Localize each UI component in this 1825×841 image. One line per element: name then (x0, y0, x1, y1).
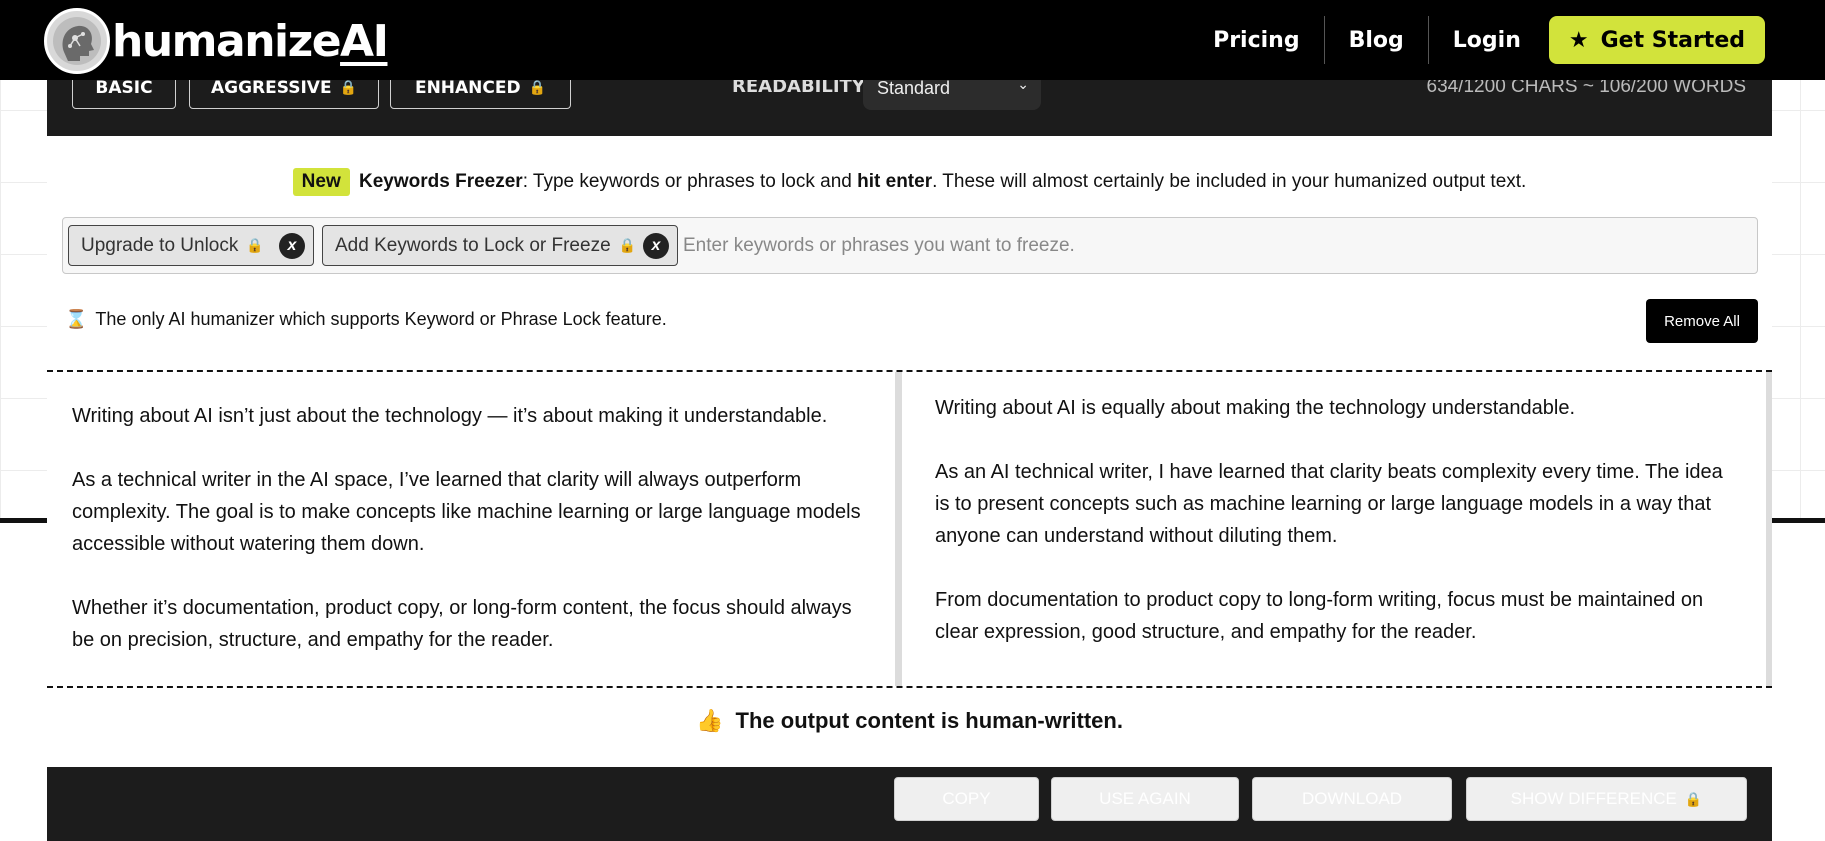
keyword-chip[interactable]: Add Keywords to Lock or Freeze 🔒 x (322, 225, 678, 266)
logo-text: humanizeAI (112, 15, 389, 67)
freezer-title: Keywords Freezer (359, 171, 523, 192)
logo[interactable]: humanizeAI (44, 8, 389, 74)
readability-value: Standard (877, 77, 951, 98)
show-difference-button[interactable]: SHOW DIFFERENCE 🔒 (1466, 777, 1747, 821)
remove-chip-icon[interactable]: x (643, 233, 669, 259)
input-paragraph: Writing about AI isn’t just about the te… (72, 405, 828, 427)
brain-head-icon (44, 8, 110, 74)
show-difference-label: SHOW DIFFERENCE (1510, 789, 1677, 808)
input-text-area[interactable]: Writing about AI isn’t just about the te… (47, 372, 902, 686)
remove-all-button[interactable]: Remove All (1646, 299, 1758, 343)
mode-enhanced-label: ENHANCED (414, 77, 521, 98)
keyword-input[interactable] (683, 226, 1743, 266)
use-again-button[interactable]: USE AGAIN (1051, 777, 1239, 821)
text-comparison: Writing about AI isn’t just about the te… (47, 370, 1772, 688)
output-paragraph: Writing about AI is equally about making… (935, 397, 1576, 419)
download-button[interactable]: DOWNLOAD (1252, 777, 1452, 821)
chip-label: Add Keywords to Lock or Freeze (335, 234, 611, 256)
remove-chip-icon[interactable]: x (279, 233, 305, 259)
lock-icon: 🔒 (339, 79, 358, 96)
result-status: 👍 The output content is human-written. (47, 708, 1772, 734)
freezer-bold: hit enter (857, 171, 933, 192)
output-paragraph: From documentation to product copy to lo… (935, 589, 1704, 643)
input-paragraph: Whether it’s documentation, product copy… (72, 597, 852, 651)
lock-icon: 🔒 (1684, 790, 1703, 807)
star-icon: ★ (1568, 27, 1589, 53)
freezer-text-1: : Type keywords or phrases to lock and (522, 171, 858, 192)
result-text: The output content is human-written. (735, 708, 1123, 733)
new-badge: New (292, 168, 350, 196)
mode-basic-label: BASIC (95, 77, 153, 98)
keyword-lock-note: ⌛ The only AI humanizer which supports K… (65, 309, 667, 330)
trophy-icon: ⌛ (65, 309, 88, 329)
nav-pricing[interactable]: Pricing (1189, 16, 1325, 64)
action-bar: COPY USE AGAIN DOWNLOAD SHOW DIFFERENCE … (47, 767, 1772, 841)
mode-aggressive-label: AGGRESSIVE (210, 77, 332, 98)
freezer-text-2: . These will almost certainly be include… (932, 171, 1527, 192)
use-again-label: USE AGAIN (1099, 789, 1191, 808)
copy-label: COPY (942, 789, 991, 808)
nav-login[interactable]: Login (1429, 16, 1545, 64)
chip-label: Upgrade to Unlock (81, 234, 239, 256)
output-paragraph: As an AI technical writer, I have learne… (935, 461, 1723, 547)
lock-icon: 🔒 (528, 79, 547, 96)
keyword-input-box: Upgrade to Unlock 🔒 x Add Keywords to Lo… (62, 217, 1758, 274)
nav-links: Pricing Blog Login ★ Get Started (1189, 15, 1765, 65)
keyword-lock-note-text: The only AI humanizer which supports Key… (95, 309, 667, 329)
logo-word: humanize (112, 15, 342, 67)
lock-icon: 🔒 (618, 237, 637, 253)
keyword-chip[interactable]: Upgrade to Unlock 🔒 x (68, 225, 314, 266)
get-started-label: Get Started (1600, 27, 1745, 53)
lock-icon: 🔒 (246, 237, 264, 253)
download-label: DOWNLOAD (1301, 789, 1403, 808)
humanizer-card: BASIC AGGRESSIVE 🔒 ENHANCED 🔒 READABILIT… (47, 60, 1772, 841)
get-started-button[interactable]: ★ Get Started (1548, 16, 1765, 64)
thumbs-up-icon: 👍 (696, 708, 724, 733)
keywords-freezer-note: New Keywords Freezer: Type keywords or p… (47, 168, 1772, 196)
top-navbar: humanizeAI Pricing Blog Login ★ Get Star… (0, 0, 1825, 80)
copy-button[interactable]: COPY (894, 777, 1039, 821)
output-text-area[interactable]: Writing about AI is equally about making… (909, 372, 1772, 686)
input-paragraph: As a technical writer in the AI space, I… (72, 469, 861, 555)
nav-blog[interactable]: Blog (1325, 16, 1429, 64)
logo-ai: AI (340, 15, 389, 67)
